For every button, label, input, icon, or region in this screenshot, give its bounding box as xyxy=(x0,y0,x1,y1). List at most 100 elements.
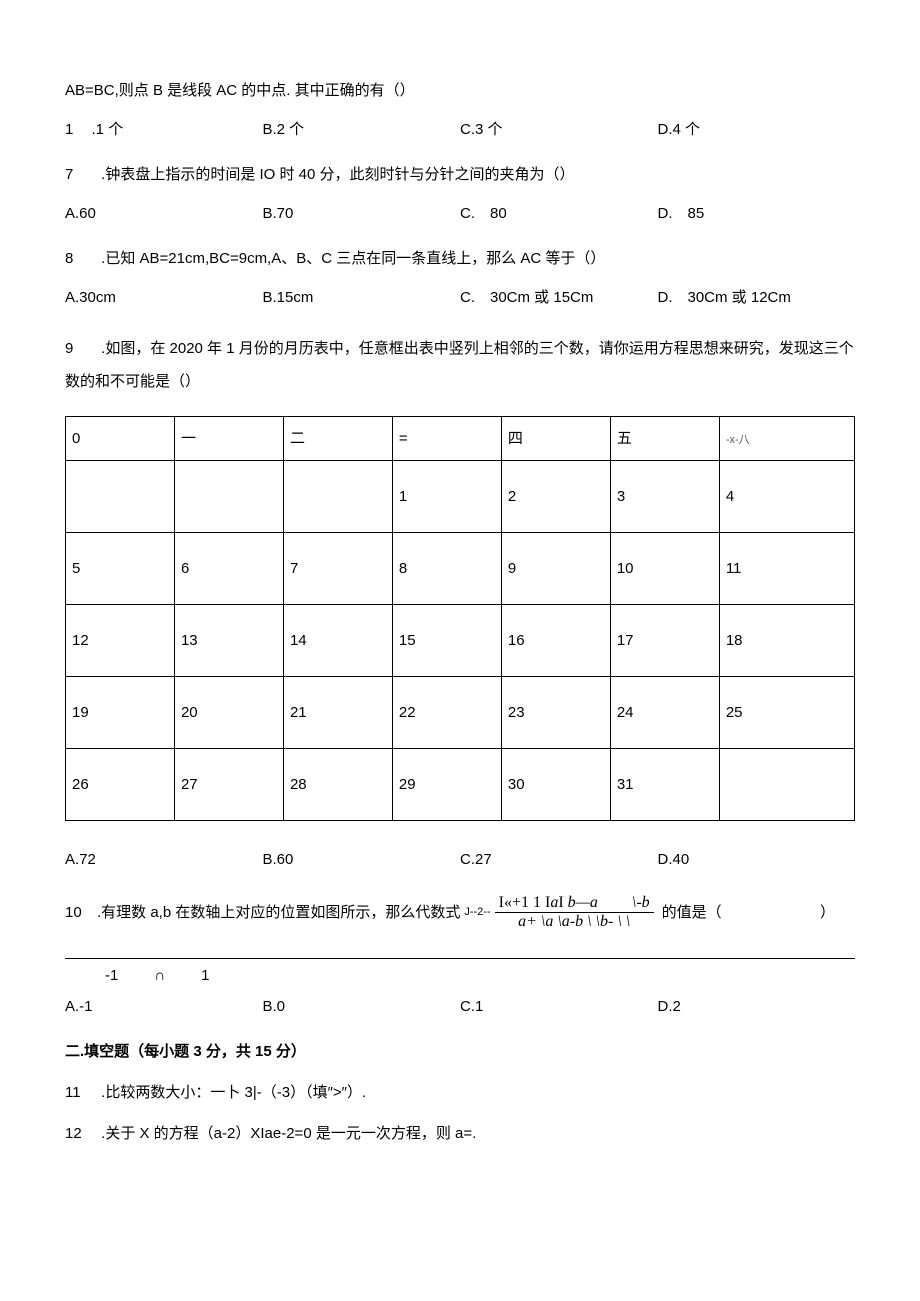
cal-head-4: 四 xyxy=(501,417,610,461)
q10-num: 10 xyxy=(65,902,83,923)
calendar-table: 0 一 二 = 四 五 -x-八 1 2 3 4 5 6 7 8 9 10 11… xyxy=(65,416,855,821)
cal-cell xyxy=(283,461,392,533)
cal-head-0: 0 xyxy=(66,417,175,461)
cal-cell: 22 xyxy=(392,677,501,749)
q6-optC[interactable]: C.3 个 xyxy=(460,119,658,140)
q6-optB[interactable]: B.2 个 xyxy=(263,119,461,140)
cal-cell: 19 xyxy=(66,677,175,749)
q10-optD[interactable]: D.2 xyxy=(658,996,856,1017)
cal-cell: 18 xyxy=(719,605,854,677)
calendar-row: 1 2 3 4 xyxy=(66,461,855,533)
q6-options: 1 .1 个 B.2 个 C.3 个 D.4 个 xyxy=(65,119,855,140)
q9-optB[interactable]: B.60 xyxy=(263,849,461,870)
cal-head-5: 五 xyxy=(610,417,719,461)
q6-optA[interactable]: 1 .1 个 xyxy=(65,119,263,140)
q11-line: 11 .比较两数大小：一卜 3|-（-3）（填″>″）. xyxy=(65,1082,855,1103)
cal-cell xyxy=(174,461,283,533)
q10-options: A.-1 B.0 C.1 D.2 xyxy=(65,996,855,1017)
q9-line: 9 .如图，在 2020 年 1 月份的月历表中，任意框出表中竖列上相邻的三个数… xyxy=(65,332,855,398)
cal-cell: 11 xyxy=(719,533,854,605)
q10-text-before: .有理数 a,b 在数轴上对应的位置如图所示，那么代数式 xyxy=(97,902,460,923)
cal-cell: 10 xyxy=(610,533,719,605)
number-line xyxy=(65,958,855,959)
q8-line: 8 .已知 AB=21cm,BC=9cm,A、B、C 三点在同一条直线上，那么 … xyxy=(65,248,855,269)
cal-cell: 9 xyxy=(501,533,610,605)
cal-cell xyxy=(719,749,854,821)
q8-optC[interactable]: C. 30Cm 或 15Cm xyxy=(460,287,658,308)
calendar-row: 26 27 28 29 30 31 xyxy=(66,749,855,821)
cal-head-3: = xyxy=(392,417,501,461)
cal-cell: 14 xyxy=(283,605,392,677)
cal-cell: 1 xyxy=(392,461,501,533)
q12-text: .关于 X 的方程（a-2）XIae-2=0 是一元一次方程，则 a=. xyxy=(101,1125,476,1142)
q9-optA[interactable]: A.72 xyxy=(65,849,263,870)
numline-zero: ∩ xyxy=(154,965,165,986)
q7-optD[interactable]: D. 85 xyxy=(658,203,856,224)
q12-num: 12 xyxy=(65,1123,83,1144)
cal-cell: 17 xyxy=(610,605,719,677)
cal-cell: 25 xyxy=(719,677,854,749)
cal-cell: 20 xyxy=(174,677,283,749)
calendar-row: 19 20 21 22 23 24 25 xyxy=(66,677,855,749)
cal-cell: 3 xyxy=(610,461,719,533)
q10-text-after2: ） xyxy=(820,902,855,923)
cal-cell: 6 xyxy=(174,533,283,605)
cal-cell xyxy=(66,461,175,533)
q7-optC[interactable]: C. 80 xyxy=(460,203,658,224)
q9-optC[interactable]: C.27 xyxy=(460,849,658,870)
calendar-header-row: 0 一 二 = 四 五 -x-八 xyxy=(66,417,855,461)
q9-text: .如图，在 2020 年 1 月份的月历表中，任意框出表中竖列上相邻的三个数，请… xyxy=(65,340,854,390)
q11-num: 11 xyxy=(65,1082,83,1103)
q7-text: .钟表盘上指示的时间是 IO 时 40 分，此刻时针与分针之间的夹角为（） xyxy=(101,166,574,183)
q11-text: .比较两数大小：一卜 3|-（-3）（填″>″）. xyxy=(101,1084,366,1101)
q8-text: .已知 AB=21cm,BC=9cm,A、B、C 三点在同一条直线上，那么 AC… xyxy=(101,250,605,267)
q7-optA[interactable]: A.60 xyxy=(65,203,263,224)
q10-optA[interactable]: A.-1 xyxy=(65,996,263,1017)
cal-cell: 12 xyxy=(66,605,175,677)
q7-optB[interactable]: B.70 xyxy=(263,203,461,224)
calendar-row: 12 13 14 15 16 17 18 xyxy=(66,605,855,677)
cal-cell: 29 xyxy=(392,749,501,821)
cal-cell: 16 xyxy=(501,605,610,677)
cal-cell: 8 xyxy=(392,533,501,605)
numline-neg1: -1 xyxy=(105,965,118,986)
q10-fraction: I«+1 1 IaIb—a \-b a+ \a \a-b \ \b- \ \ xyxy=(495,894,654,932)
cal-cell: 24 xyxy=(610,677,719,749)
q6-optD[interactable]: D.4 个 xyxy=(658,119,856,140)
cal-cell: 7 xyxy=(283,533,392,605)
cal-cell: 26 xyxy=(66,749,175,821)
section2-title: 二.填空题（每小题 3 分，共 15 分） xyxy=(65,1041,855,1062)
cal-head-1: 一 xyxy=(174,417,283,461)
q8-options: A.30cm B.15cm C. 30Cm 或 15Cm D. 30Cm 或 1… xyxy=(65,287,855,308)
q7-options: A.60 B.70 C. 80 D. 85 xyxy=(65,203,855,224)
q7-num: 7 xyxy=(65,164,83,185)
cal-cell: 31 xyxy=(610,749,719,821)
q10-line: 10 .有理数 a,b 在数轴上对应的位置如图所示，那么代数式 J--2-- I… xyxy=(65,894,855,932)
cal-cell: 28 xyxy=(283,749,392,821)
q8-optA[interactable]: A.30cm xyxy=(65,287,263,308)
q6-optA-text: .1 个 xyxy=(92,121,124,138)
q9-options: A.72 B.60 C.27 D.40 xyxy=(65,849,855,870)
q10-optB[interactable]: B.0 xyxy=(263,996,461,1017)
cal-cell: 13 xyxy=(174,605,283,677)
cal-cell: 23 xyxy=(501,677,610,749)
cal-cell: 5 xyxy=(66,533,175,605)
q10-frac-prefix: J--2-- xyxy=(464,905,490,920)
q6-text: AB=BC,则点 B 是线段 AC 的中点. 其中正确的有（） xyxy=(65,82,415,99)
q9-optD[interactable]: D.40 xyxy=(658,849,856,870)
cal-cell: 4 xyxy=(719,461,854,533)
q8-optD[interactable]: D. 30Cm 或 12Cm xyxy=(658,287,856,308)
q6-line: AB=BC,则点 B 是线段 AC 的中点. 其中正确的有（） xyxy=(65,80,855,101)
cal-cell: 2 xyxy=(501,461,610,533)
cal-cell: 27 xyxy=(174,749,283,821)
q10-optC[interactable]: C.1 xyxy=(460,996,658,1017)
q7-line: 7 .钟表盘上指示的时间是 IO 时 40 分，此刻时针与分针之间的夹角为（） xyxy=(65,164,855,185)
cal-cell: 30 xyxy=(501,749,610,821)
number-line-labels: -1 ∩ 1 xyxy=(65,965,855,986)
q6-optA-num: 1 xyxy=(65,121,73,138)
q12-line: 12 .关于 X 的方程（a-2）XIae-2=0 是一元一次方程，则 a=. xyxy=(65,1123,855,1144)
q10-text-after: 的值是（ xyxy=(662,902,722,923)
cal-head-6: -x-八 xyxy=(719,417,854,461)
cal-cell: 15 xyxy=(392,605,501,677)
q8-optB[interactable]: B.15cm xyxy=(263,287,461,308)
